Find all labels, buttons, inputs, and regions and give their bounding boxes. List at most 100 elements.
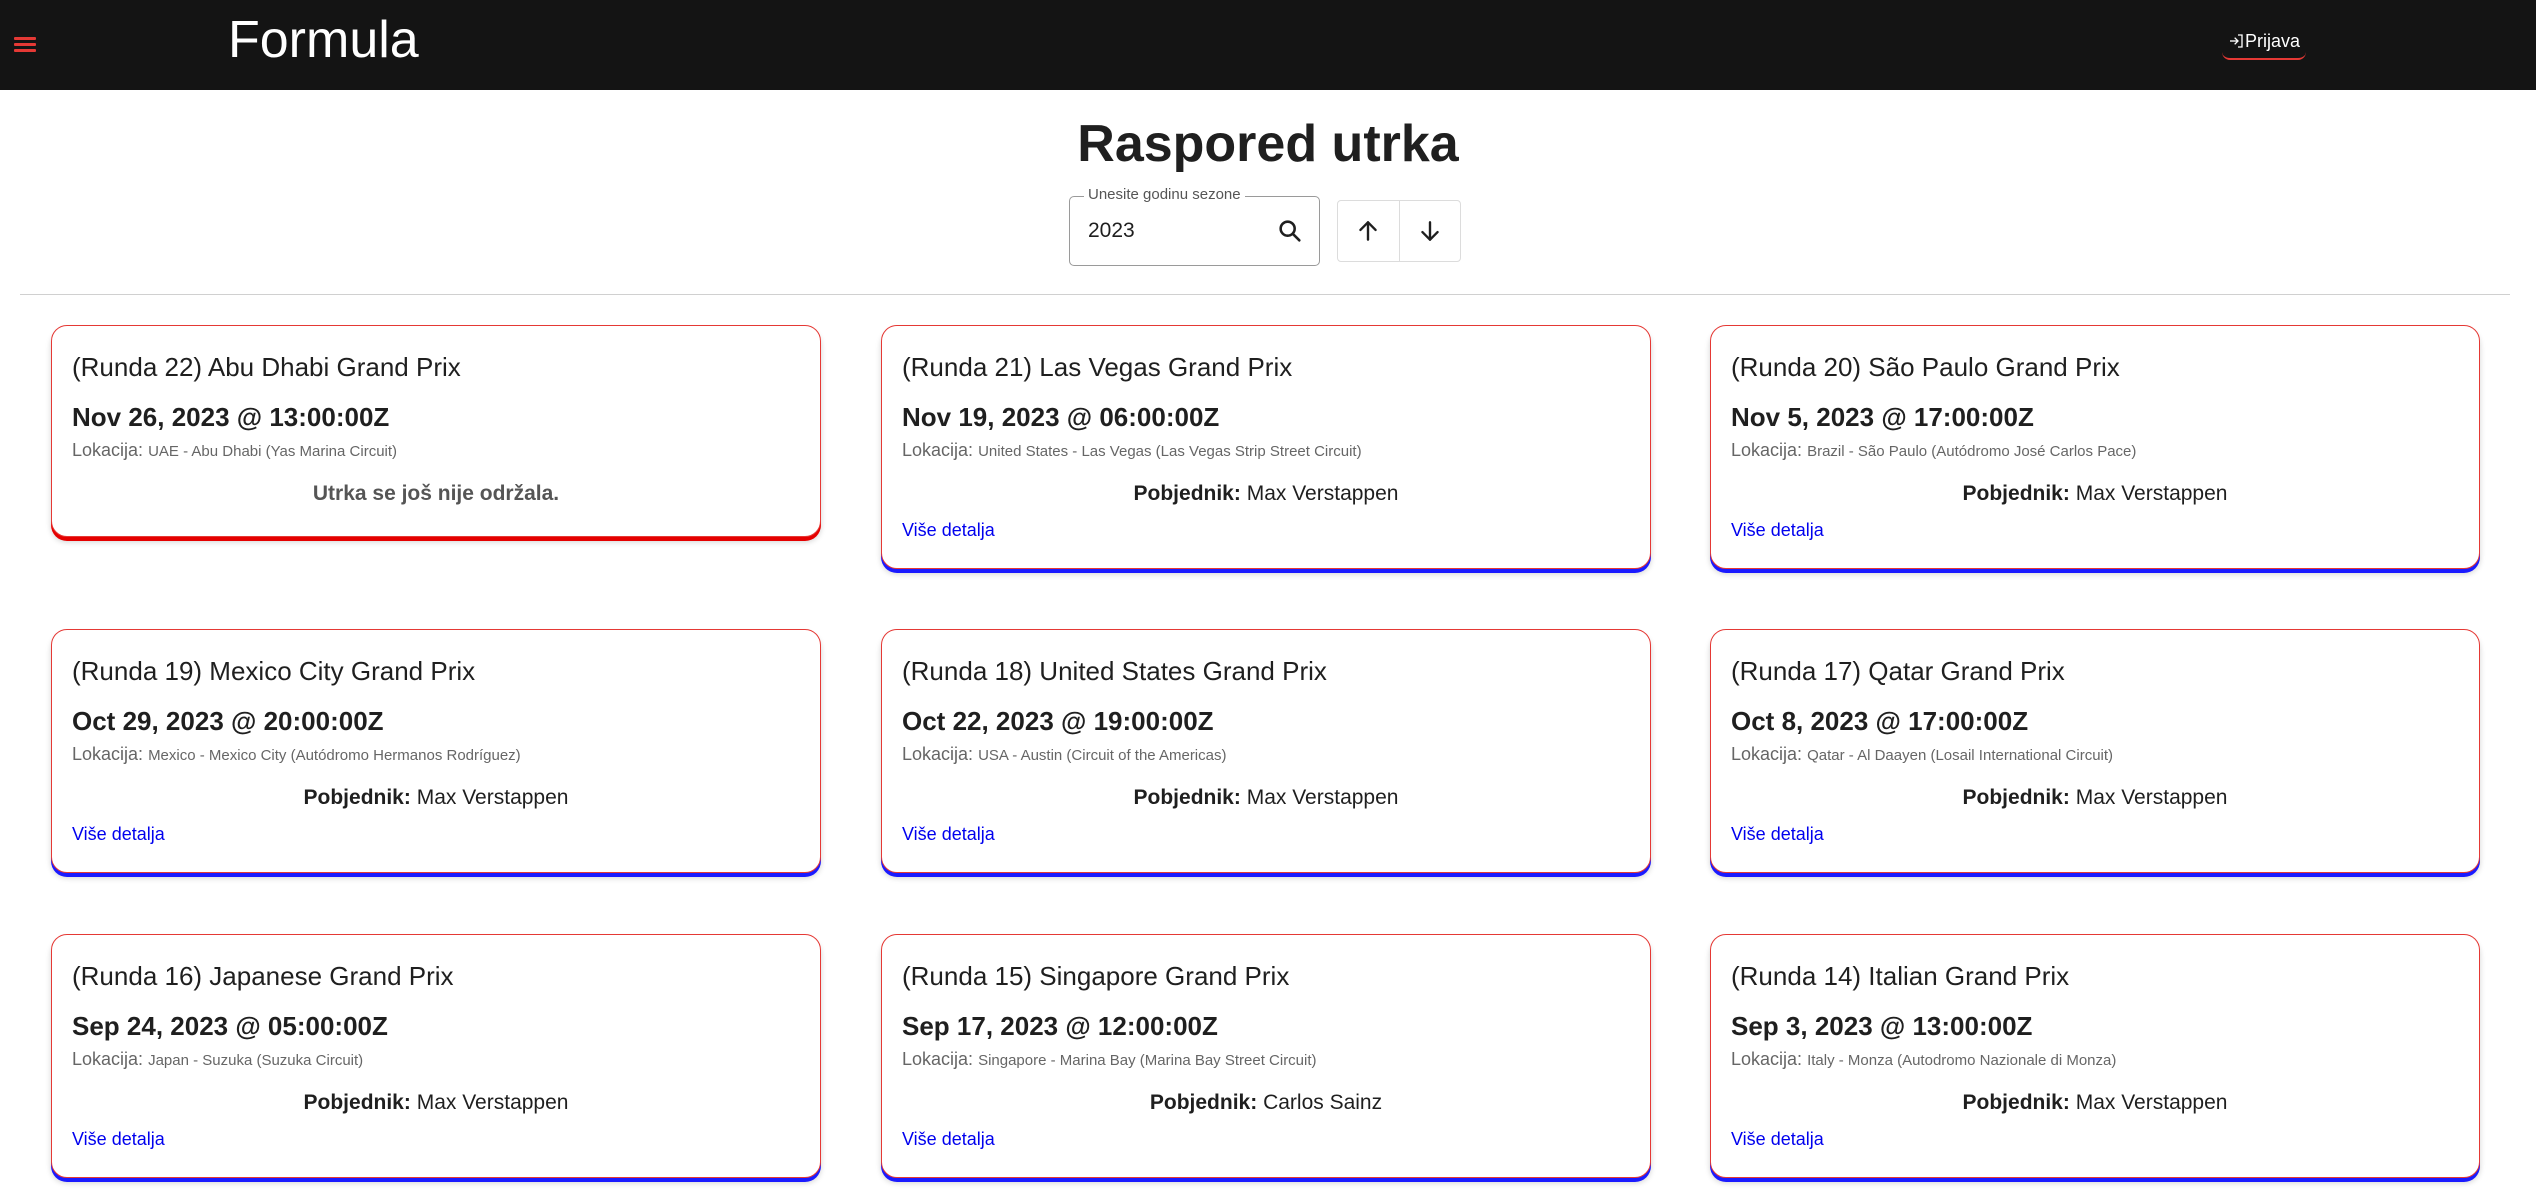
winner-name: Max Verstappen [1246, 786, 1399, 809]
search-icon[interactable] [1276, 217, 1304, 245]
race-title: (Runda 18) United States Grand Prix [902, 656, 1327, 686]
more-details-link[interactable]: Više detalja [902, 520, 995, 541]
winner-name: Max Verstappen [416, 1091, 569, 1114]
race-location: Lokacija: Qatar - Al Daayen (Losail Inte… [1731, 744, 2113, 765]
location-label: Lokacija: [72, 1049, 144, 1069]
location-value: Brazil - São Paulo (Autódromo José Carlo… [1807, 443, 2137, 460]
race-date: Sep 3, 2023 @ 13:00:00Z [1731, 1011, 2033, 1041]
location-label: Lokacija: [902, 440, 974, 460]
more-details-link[interactable]: Više detalja [1731, 1129, 1824, 1150]
sort-ascending-button[interactable] [1338, 201, 1399, 261]
location-label: Lokacija: [72, 744, 144, 764]
race-location: Lokacija: USA - Austin (Circuit of the A… [902, 744, 1226, 765]
race-card: (Runda 15) Singapore Grand Prix Sep 17, … [881, 934, 1651, 1178]
divider [20, 294, 2510, 295]
location-value: Japan - Suzuka (Suzuka Circuit) [148, 1052, 364, 1069]
location-label: Lokacija: [1731, 744, 1803, 764]
winner-name: Max Verstappen [416, 786, 569, 809]
season-field-label: Unesite godinu sezone [1084, 186, 1245, 203]
race-date: Sep 24, 2023 @ 05:00:00Z [72, 1011, 388, 1041]
more-details-link[interactable]: Više detalja [1731, 824, 1824, 845]
more-details-link[interactable]: Više detalja [72, 824, 165, 845]
location-value: UAE - Abu Dhabi (Yas Marina Circuit) [148, 443, 398, 460]
arrow-up-icon [1359, 221, 1378, 241]
winner-label: Pobjednik: [1133, 786, 1241, 809]
race-location: Lokacija: Mexico - Mexico City (Autódrom… [72, 744, 521, 765]
winner-label: Pobjednik: [1149, 1091, 1258, 1114]
race-location: Lokacija: UAE - Abu Dhabi (Yas Marina Ci… [72, 440, 397, 461]
location-value: Singapore - Marina Bay (Marina Bay Stree… [978, 1052, 1317, 1069]
race-card: (Runda 16) Japanese Grand Prix Sep 24, 2… [51, 934, 821, 1178]
winner-name: Carlos Sainz [1263, 1091, 1383, 1114]
race-date: Nov 19, 2023 @ 06:00:00Z [902, 402, 1220, 432]
race-date: Oct 29, 2023 @ 20:00:00Z [72, 706, 384, 736]
race-location: Lokacija: Brazil - São Paulo (Autódromo … [1731, 440, 2136, 461]
race-title: (Runda 22) Abu Dhabi Grand Prix [72, 352, 461, 382]
location-value: Mexico - Mexico City (Autódromo Hermanos… [148, 747, 521, 764]
winner-name: Max Verstappen [2075, 1091, 2228, 1114]
location-label: Lokacija: [72, 440, 144, 460]
arrow-down-icon [1421, 221, 1439, 241]
location-value: United States - Las Vegas (Las Vegas Str… [978, 443, 1362, 460]
season-field: Unesite godinu sezone [1069, 186, 1320, 266]
brand-title: Formula [228, 11, 419, 69]
location-value: Italy - Monza (Autodromo Nazionale di Mo… [1807, 1052, 2117, 1069]
race-date: Sep 17, 2023 @ 12:00:00Z [902, 1011, 1218, 1041]
race-winner: Pobjednik: Max Verstappen [882, 482, 1650, 506]
race-winner: Pobjednik: Max Verstappen [1711, 1091, 2479, 1115]
race-winner: Pobjednik: Max Verstappen [1711, 786, 2479, 810]
race-location: Lokacija: Japan - Suzuka (Suzuka Circuit… [72, 1049, 363, 1070]
race-winner: Pobjednik: Carlos Sainz [882, 1091, 1650, 1115]
winner-label: Pobjednik: [303, 1091, 411, 1114]
winner-name: Max Verstappen [2075, 482, 2228, 505]
race-winner: Pobjednik: Max Verstappen [882, 786, 1650, 810]
winner-name: Max Verstappen [1246, 482, 1399, 505]
race-title: (Runda 15) Singapore Grand Prix [902, 961, 1290, 991]
menu-icon[interactable] [12, 34, 38, 56]
race-location: Lokacija: United States - Las Vegas (Las… [902, 440, 1362, 461]
race-title: (Runda 21) Las Vegas Grand Prix [902, 352, 1293, 382]
page-title: Raspored utrka [1077, 115, 1459, 173]
location-value: Qatar - Al Daayen (Losail International … [1807, 747, 2114, 764]
sort-descending-button[interactable] [1398, 201, 1460, 261]
race-card: (Runda 21) Las Vegas Grand Prix Nov 19, … [881, 325, 1651, 569]
login-button[interactable]: Prijava [2222, 27, 2307, 60]
race-title: (Runda 16) Japanese Grand Prix [72, 961, 454, 991]
race-card: (Runda 18) United States Grand Prix Oct … [881, 629, 1651, 873]
more-details-link[interactable]: Više detalja [1731, 520, 1824, 541]
race-date: Oct 22, 2023 @ 19:00:00Z [902, 706, 1214, 736]
location-label: Lokacija: [902, 744, 974, 764]
race-winner: Pobjednik: Max Verstappen [1711, 482, 2479, 506]
race-card: (Runda 19) Mexico City Grand Prix Oct 29… [51, 629, 821, 873]
race-winner: Pobjednik: Max Verstappen [52, 1091, 820, 1115]
race-location: Lokacija: Italy - Monza (Autodromo Nazio… [1731, 1049, 2116, 1070]
race-title: (Runda 20) São Paulo Grand Prix [1731, 352, 2120, 382]
more-details-link[interactable]: Više detalja [902, 1129, 995, 1150]
race-date: Nov 5, 2023 @ 17:00:00Z [1731, 402, 2034, 432]
race-card: (Runda 14) Italian Grand Prix Sep 3, 202… [1710, 934, 2480, 1178]
more-details-link[interactable]: Više detalja [72, 1129, 165, 1150]
season-input[interactable] [1088, 215, 1258, 247]
login-icon [2230, 34, 2243, 48]
winner-label: Pobjednik: [1962, 786, 2070, 809]
winner-label: Pobjednik: [303, 786, 411, 809]
race-title: (Runda 14) Italian Grand Prix [1731, 961, 2070, 991]
more-details-link[interactable]: Više detalja [902, 824, 995, 845]
race-card: (Runda 20) São Paulo Grand Prix Nov 5, 2… [1710, 325, 2480, 569]
race-location: Lokacija: Singapore - Marina Bay (Marina… [902, 1049, 1317, 1070]
location-label: Lokacija: [1731, 440, 1803, 460]
sort-button-group [1337, 200, 1461, 262]
winner-label: Pobjednik: [1962, 1091, 2070, 1114]
login-label: Prijava [2245, 31, 2301, 51]
race-title: (Runda 17) Qatar Grand Prix [1731, 656, 2065, 686]
top-app-bar: Formula Prijava [0, 0, 2536, 90]
race-card: (Runda 22) Abu Dhabi Grand Prix Nov 26, … [51, 325, 821, 537]
race-not-held-message: Utrka se još nije održala. [312, 482, 560, 505]
location-label: Lokacija: [1731, 1049, 1803, 1069]
location-label: Lokacija: [902, 1049, 974, 1069]
winner-name: Max Verstappen [2075, 786, 2228, 809]
race-date: Oct 8, 2023 @ 17:00:00Z [1731, 706, 2029, 736]
location-value: USA - Austin (Circuit of the Americas) [978, 747, 1227, 764]
race-winner: Pobjednik: Max Verstappen [52, 786, 820, 810]
winner-label: Pobjednik: [1962, 482, 2070, 505]
